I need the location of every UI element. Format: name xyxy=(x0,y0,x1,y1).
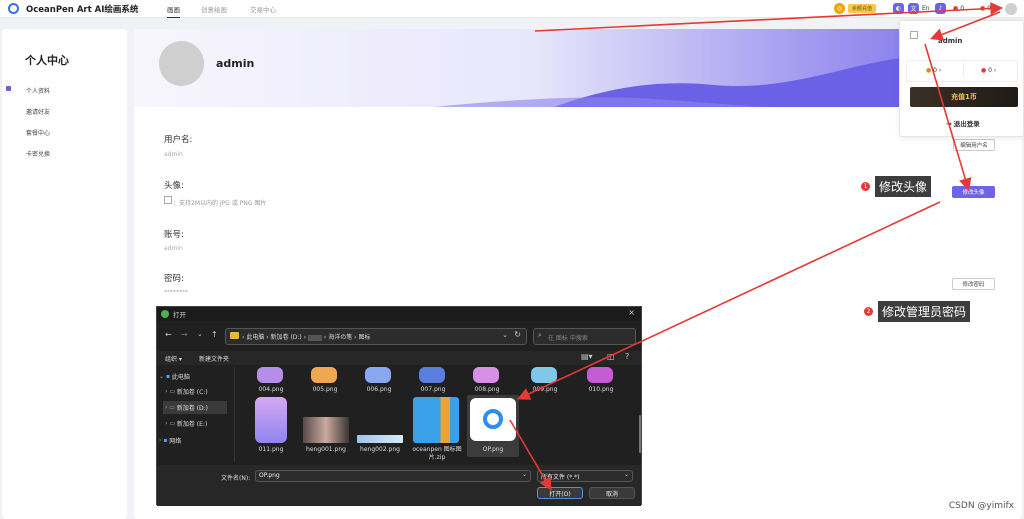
arrow-to-avatar xyxy=(534,2,1004,32)
watermark: CSDN @yimifx xyxy=(948,501,1014,511)
arrow-to-change-avatar xyxy=(924,43,972,192)
arrow-to-dropdown xyxy=(930,11,1001,41)
arrow-to-open-button xyxy=(509,419,552,491)
arrow-to-file xyxy=(517,201,941,400)
annotation-arrows xyxy=(509,2,1004,491)
